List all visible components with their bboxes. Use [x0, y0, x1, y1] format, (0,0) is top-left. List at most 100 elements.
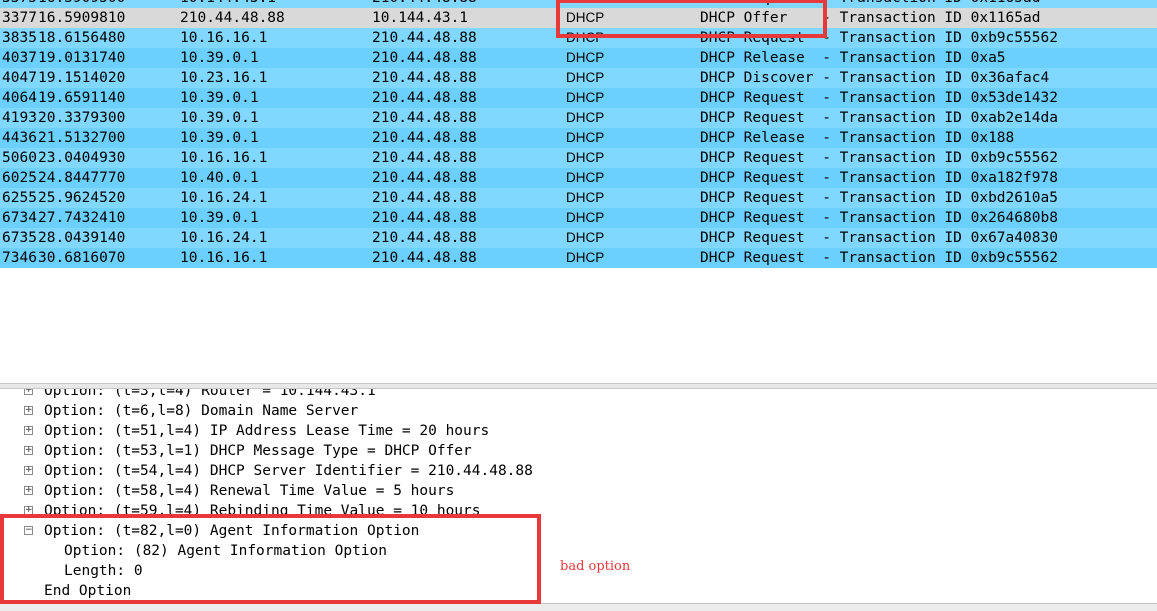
packet-destination: 210.44.48.88	[372, 50, 477, 66]
expand-icon[interactable]: +	[24, 506, 33, 515]
packet-info: DHCP Request - Transaction ID 0xa182f978	[700, 170, 1058, 186]
packet-source: 10.16.16.1	[180, 250, 268, 266]
packet-destination: 210.44.48.88	[372, 190, 477, 206]
pane-splitter-bottom[interactable]	[0, 603, 1157, 611]
detail-tree-label: End Option	[44, 583, 132, 599]
packet-no: 6735	[2, 230, 37, 246]
packet-no: 7346	[2, 250, 37, 266]
packet-list-rows: 337516.5909500 10.144.43.1 210.44.48.88 DHC…	[0, 0, 1157, 268]
expand-icon[interactable]: +	[24, 389, 33, 395]
detail-tree-item[interactable]: + Option: (t=6,l=8) Domain Name Server	[0, 401, 1157, 421]
packet-source: 10.16.24.1	[180, 230, 268, 246]
detail-tree-item[interactable]: Option: (82) Agent Information Option	[0, 541, 1157, 561]
packet-time: 23.0404930	[38, 150, 126, 166]
packet-row[interactable]: 7346 30.6816070 10.16.16.1 210.44.48.88 DHCP…	[0, 248, 1157, 268]
packet-no: 4193	[2, 110, 37, 126]
packet-destination: 210.44.48.88	[372, 250, 477, 266]
detail-tree-item[interactable]: + Option: (t=54,l=4) DHCP Server Identifi…	[0, 461, 1157, 481]
packet-info: DHCP Request - Transaction ID 0x67a40830	[700, 230, 1058, 246]
packet-source: 10.39.0.1	[180, 50, 259, 66]
packet-source: 10.39.0.1	[180, 110, 259, 126]
packet-no: 6025	[2, 170, 37, 186]
packet-time: 25.9624520	[38, 190, 126, 206]
packet-row[interactable]: 3377 16.5909810 210.44.48.88 10.144.43.1 DHC…	[0, 8, 1157, 28]
packet-protocol: DHCP	[566, 50, 605, 65]
packet-info: DHCP Request - Transaction ID 0x264680b8	[700, 210, 1058, 226]
expand-icon[interactable]: +	[24, 466, 33, 475]
packet-info: DHCP Request - Transaction ID 0x1165ad	[700, 0, 1040, 8]
packet-no: 5060	[2, 150, 37, 166]
packet-info: DHCP Request - Transaction ID 0xab2e14da	[700, 110, 1058, 126]
detail-tree-item[interactable]: − Option: (t=82,l=0) Agent Information Op…	[0, 521, 1157, 541]
packet-no: 3377	[2, 10, 37, 26]
packet-destination: 210.44.48.88	[372, 30, 477, 46]
packet-destination: 210.44.48.88	[372, 110, 477, 126]
expand-icon[interactable]: +	[24, 406, 33, 415]
detail-tree-label: Option: (t=51,l=4) IP Address Lease Time…	[44, 423, 490, 439]
packet-source: 10.16.24.1	[180, 190, 268, 206]
packet-time: 27.7432410	[38, 210, 126, 226]
packet-destination: 10.144.43.1	[372, 10, 469, 26]
packet-row[interactable]: 5060 23.0404930 10.16.16.1 210.44.48.88 DHCP…	[0, 148, 1157, 168]
packet-time: 28.0439140	[38, 230, 126, 246]
packet-protocol: DHCP	[566, 150, 605, 165]
packet-time: 20.3379300	[38, 110, 126, 126]
detail-tree-label: Option: (t=59,l=4) Rebinding Time Value …	[44, 503, 481, 519]
collapse-icon[interactable]: −	[24, 526, 33, 535]
packet-row[interactable]: 4047 19.1514020 10.23.16.1 210.44.48.88 DHCP…	[0, 68, 1157, 88]
packet-protocol: DHCP	[566, 110, 605, 125]
packet-info: DHCP Discover - Transaction ID 0x36afac4	[700, 70, 1050, 86]
packet-row[interactable]: 3835 18.6156480 10.16.16.1 210.44.48.88 DHCP…	[0, 28, 1157, 48]
packet-info: DHCP Release - Transaction ID 0x188	[700, 130, 1015, 146]
packet-protocol: DHCP	[566, 70, 605, 85]
packet-row[interactable]: 4436 21.5132700 10.39.0.1 210.44.48.88 DHCP D…	[0, 128, 1157, 148]
packet-source: 10.40.0.1	[180, 170, 259, 186]
expand-icon[interactable]: +	[24, 486, 33, 495]
packet-protocol: DHCP	[566, 170, 605, 185]
packet-time: 19.6591140	[38, 90, 126, 106]
packet-row[interactable]: 4064 19.6591140 10.39.0.1 210.44.48.88 DHCP D…	[0, 88, 1157, 108]
packet-source: 210.44.48.88	[180, 10, 285, 26]
packet-row[interactable]: 337516.5909500 10.144.43.1 210.44.48.88 DHC…	[0, 0, 1157, 8]
detail-tree-item[interactable]: + Option: (t=59,l=4) Rebinding Time Value…	[0, 501, 1157, 521]
detail-tree-item[interactable]: + Option: (t=58,l=4) Renewal Time Value =…	[0, 481, 1157, 501]
packet-row[interactable]: 6255 25.9624520 10.16.24.1 210.44.48.88 DHCP…	[0, 188, 1157, 208]
packet-time: 16.5909500	[38, 0, 125, 8]
packet-time: 21.5132700	[38, 130, 126, 146]
detail-tree-item[interactable]: End Option	[0, 581, 1157, 601]
detail-tree-label: Length: 0	[64, 563, 143, 579]
packet-destination: 210.44.48.88	[372, 150, 477, 166]
packet-row[interactable]: 6735 28.0439140 10.16.24.1 210.44.48.88 DHCP…	[0, 228, 1157, 248]
packet-row[interactable]: 6734 27.7432410 10.39.0.1 210.44.48.88 DHCP D…	[0, 208, 1157, 228]
packet-time: 16.5909810	[38, 10, 126, 26]
packet-source: 10.16.16.1	[180, 30, 268, 46]
packet-no: 4047	[2, 70, 37, 86]
packet-destination: 210.44.48.88	[372, 70, 477, 86]
detail-tree-item[interactable]: + Option: (t=51,l=4) IP Address Lease Tim…	[0, 421, 1157, 441]
packet-row[interactable]: 4193 20.3379300 10.39.0.1 210.44.48.88 DHCP D…	[0, 108, 1157, 128]
packet-row[interactable]: 4037 19.0131740 10.39.0.1 210.44.48.88 DHCP D…	[0, 48, 1157, 68]
detail-tree-label: Option: (t=53,l=1) DHCP Message Type = D…	[44, 443, 472, 459]
packet-no: 3375	[2, 0, 37, 8]
packet-protocol: DHCP	[566, 190, 605, 205]
packet-row[interactable]: 6025 24.8447770 10.40.0.1 210.44.48.88 DHCP D…	[0, 168, 1157, 188]
expand-icon[interactable]: +	[24, 426, 33, 435]
packet-list[interactable]: 337516.5909500 10.144.43.1 210.44.48.88 DHC…	[0, 0, 1157, 268]
packet-destination: 210.44.48.88	[372, 210, 477, 226]
packet-time: 19.0131740	[38, 50, 126, 66]
packet-source: 10.39.0.1	[180, 130, 259, 146]
packet-destination: 210.44.48.88	[372, 90, 477, 106]
detail-tree-label: Option: (82) Agent Information Option	[64, 543, 388, 559]
packet-protocol: DHCP	[566, 10, 605, 25]
packet-no: 6255	[2, 190, 37, 206]
packet-info: DHCP Request - Transaction ID 0xb9c55562	[700, 30, 1058, 46]
packet-info: DHCP Request - Transaction ID 0x53de1432	[700, 90, 1058, 106]
packet-info: DHCP Request - Transaction ID 0xbd2610a5	[700, 190, 1058, 206]
packet-no: 4064	[2, 90, 37, 106]
detail-tree-item[interactable]: + Option: (t=3,l=4) Router = 10.144.43.1	[0, 389, 1157, 401]
packet-source: 10.144.43.1	[180, 0, 276, 8]
expand-icon[interactable]: +	[24, 446, 33, 455]
packet-time: 24.8447770	[38, 170, 126, 186]
detail-tree-item[interactable]: + Option: (t=53,l=1) DHCP Message Type = …	[0, 441, 1157, 461]
packet-time: 30.6816070	[38, 250, 126, 266]
